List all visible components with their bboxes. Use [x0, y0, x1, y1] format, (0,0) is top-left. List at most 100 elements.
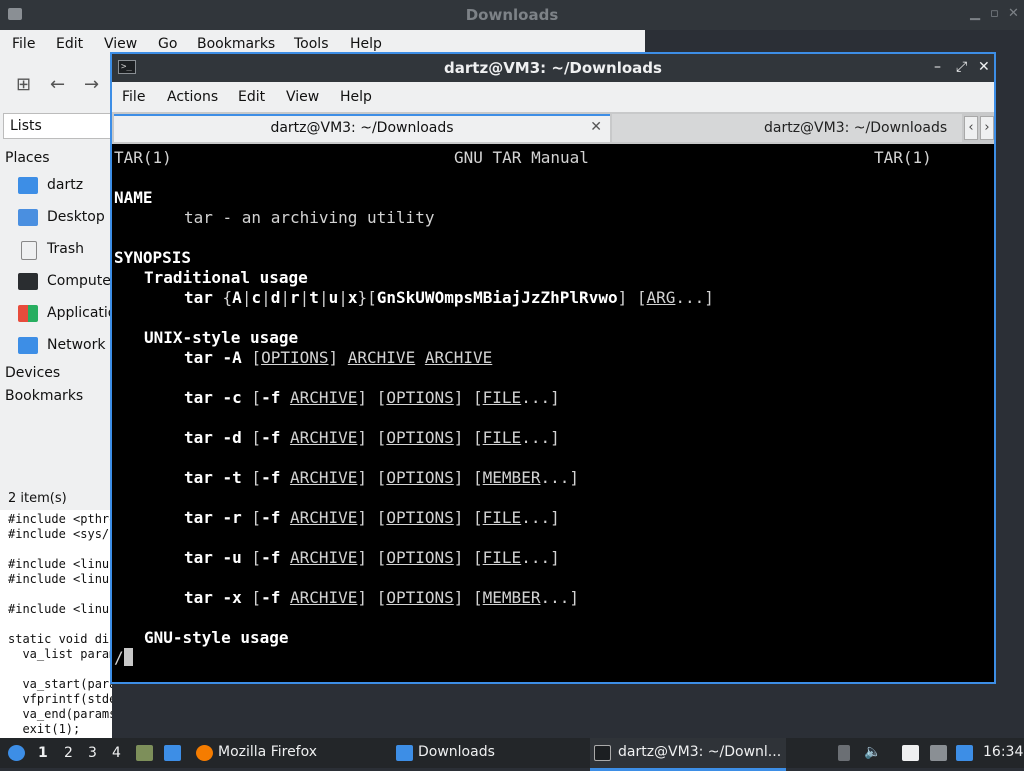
term-menu-view[interactable]: View	[286, 89, 319, 105]
terminal-icon	[594, 745, 611, 761]
man-header-center: GNU TAR Manual	[454, 148, 589, 167]
sidebar-item-applications[interactable]: Applications	[18, 301, 112, 327]
network-icon	[18, 337, 38, 354]
sidebar-item-label: dartz	[47, 177, 84, 193]
network-status-icon[interactable]	[956, 745, 973, 761]
tab-scroll-right-icon[interactable]: ›	[980, 116, 994, 140]
sidebar-item-desktop[interactable]: Desktop	[18, 205, 112, 231]
fm-menu-edit[interactable]: Edit	[56, 36, 83, 52]
file-manager-sidebar: Lists Places dartz Desktop Trash Compute…	[0, 110, 113, 510]
task-label: dartz@VM3: ~/Downl...	[618, 744, 782, 760]
sidebar-item-trash[interactable]: Trash	[18, 237, 112, 263]
sidebar-item-dartz[interactable]: dartz	[18, 173, 112, 199]
close-icon[interactable]: ✕	[1008, 6, 1019, 21]
tab-terminal-2[interactable]: dartz@VM3: ~/Downloads	[612, 114, 962, 142]
tab-label: dartz@VM3: ~/Downloads	[764, 120, 948, 136]
display-icon[interactable]	[930, 745, 947, 761]
fm-menu-help[interactable]: Help	[350, 36, 382, 52]
sidebar-item-label: Network	[47, 337, 106, 353]
term-menu-edit[interactable]: Edit	[238, 89, 265, 105]
term-menu-help[interactable]: Help	[340, 89, 372, 105]
desktop-switch-3[interactable]: 3	[88, 745, 97, 761]
brightness-icon[interactable]	[838, 745, 850, 761]
gnu-usage-title: GNU-style usage	[144, 628, 289, 647]
minimize-icon[interactable]: –	[934, 59, 941, 75]
unix-usage-title: UNIX-style usage	[144, 328, 299, 347]
back-arrow-icon[interactable]: ←	[50, 74, 65, 95]
sidebar-item-label: Computer	[47, 273, 112, 289]
applications-icon	[18, 305, 38, 322]
desktop-switch-4[interactable]: 4	[112, 745, 121, 761]
desktop-icon	[18, 209, 38, 226]
unix-cmd-r: tar -r [-f ARCHIVE] [OPTIONS] [FILE...]	[184, 508, 560, 527]
text-cursor	[124, 648, 133, 666]
clipboard-icon[interactable]	[902, 745, 919, 761]
file-manager-toolbar: ⊞ ← →	[0, 58, 112, 110]
background-code-text: #include <pthread.h> #include <sys/ #inc…	[8, 512, 112, 736]
desktop-switch-2[interactable]: 2	[64, 745, 73, 761]
terminal-tab-bar: dartz@VM3: ~/Downloads ✕ dartz@VM3: ~/Do…	[112, 112, 994, 144]
terminal-title: dartz@VM3: ~/Downloads	[444, 59, 662, 77]
sidebar-item-network[interactable]: Network	[18, 333, 112, 359]
terminal-window: >_ dartz@VM3: ~/Downloads – ⤢ ✕ File Act…	[110, 52, 996, 684]
term-menu-file[interactable]: File	[122, 89, 145, 105]
home-folder-icon	[18, 177, 38, 194]
task-firefox[interactable]: Mozilla Firefox	[192, 738, 382, 768]
sidebar-item-label: Desktop	[47, 209, 105, 225]
tab-label: dartz@VM3: ~/Downloads	[270, 120, 454, 136]
side-pane-label: Lists	[10, 118, 42, 134]
fm-menu-view[interactable]: View	[104, 36, 137, 52]
fm-menu-bookmarks[interactable]: Bookmarks	[197, 36, 275, 52]
name-description: tar - an archiving utility	[184, 208, 435, 227]
section-synopsis-title: SYNOPSIS	[114, 248, 192, 267]
clock[interactable]: 16:34	[983, 744, 1023, 760]
maximize-icon[interactable]: ▫	[990, 6, 999, 21]
trash-icon	[21, 241, 37, 260]
task-label: Downloads	[418, 744, 495, 760]
firefox-icon	[196, 745, 213, 761]
tab-terminal-1[interactable]: dartz@VM3: ~/Downloads ✕	[114, 114, 610, 142]
restore-icon[interactable]: ⤢	[956, 59, 967, 75]
unix-cmd-A: tar -A [OPTIONS] ARCHIVE ARCHIVE	[184, 348, 493, 367]
sidebar-item-label: Applications	[47, 305, 112, 321]
man-header: TAR(1) GNU TAR Manual TAR(1)	[114, 148, 932, 168]
volume-icon[interactable]: 🔈	[864, 744, 881, 760]
unix-cmd-c: tar -c [-f ARCHIVE] [OPTIONS] [FILE...]	[184, 388, 560, 407]
search-prompt[interactable]: /	[114, 648, 124, 668]
devices-header: Devices	[5, 365, 61, 381]
fm-menu-go[interactable]: Go	[158, 36, 177, 52]
fm-menu-file[interactable]: File	[12, 36, 35, 52]
terminal-screen[interactable]: TAR(1) GNU TAR Manual TAR(1) NAME tar - an…	[112, 144, 994, 682]
file-manager-titlebar: Downloads ▁ ▫ ✕	[0, 0, 1024, 30]
traditional-usage-command: tar {A|c|d|r|t|u|x}[GnSkUWOmpsMBiajJzZhP…	[184, 288, 714, 307]
background-code-editor: #include <pthread.h> #include <sys/ #inc…	[0, 510, 112, 738]
tab-scroll-left-icon[interactable]: ‹	[964, 116, 978, 140]
task-downloads[interactable]: Downloads	[392, 738, 582, 768]
start-menu-icon[interactable]	[8, 745, 25, 761]
show-desktop-icon[interactable]	[164, 745, 181, 761]
bookmarks-header: Bookmarks	[5, 388, 84, 404]
close-icon[interactable]: ✕	[978, 59, 990, 75]
minimize-icon[interactable]: ▁	[970, 6, 980, 21]
file-manager-launcher-icon[interactable]	[136, 745, 153, 761]
new-tab-icon[interactable]: ⊞	[16, 74, 31, 95]
terminal-titlebar: >_ dartz@VM3: ~/Downloads – ⤢ ✕	[112, 54, 994, 82]
status-bar-item-count: 2 item(s)	[8, 491, 67, 506]
places-header: Places	[5, 150, 50, 166]
taskbar: 1 2 3 4 Mozilla Firefox Downloads dartz@…	[0, 738, 1024, 771]
sidebar-item-computer[interactable]: Computer	[18, 269, 112, 295]
unix-cmd-x: tar -x [-f ARCHIVE] [OPTIONS] [MEMBER...…	[184, 588, 579, 607]
computer-icon	[18, 273, 38, 290]
forward-arrow-icon[interactable]: →	[84, 74, 99, 95]
unix-cmd-d: tar -d [-f ARCHIVE] [OPTIONS] [FILE...]	[184, 428, 560, 447]
section-name-title: NAME	[114, 188, 153, 207]
tab-close-icon[interactable]: ✕	[590, 119, 602, 135]
desktop-switch-1[interactable]: 1	[38, 745, 48, 761]
fm-menu-tools[interactable]: Tools	[294, 36, 329, 52]
unix-cmd-t: tar -t [-f ARCHIVE] [OPTIONS] [MEMBER...…	[184, 468, 579, 487]
file-manager-title: Downloads	[465, 6, 559, 24]
folder-icon	[396, 745, 413, 761]
task-terminal[interactable]: dartz@VM3: ~/Downl...	[590, 738, 786, 771]
side-pane-selector[interactable]: Lists	[3, 113, 111, 139]
term-menu-actions[interactable]: Actions	[167, 89, 218, 105]
